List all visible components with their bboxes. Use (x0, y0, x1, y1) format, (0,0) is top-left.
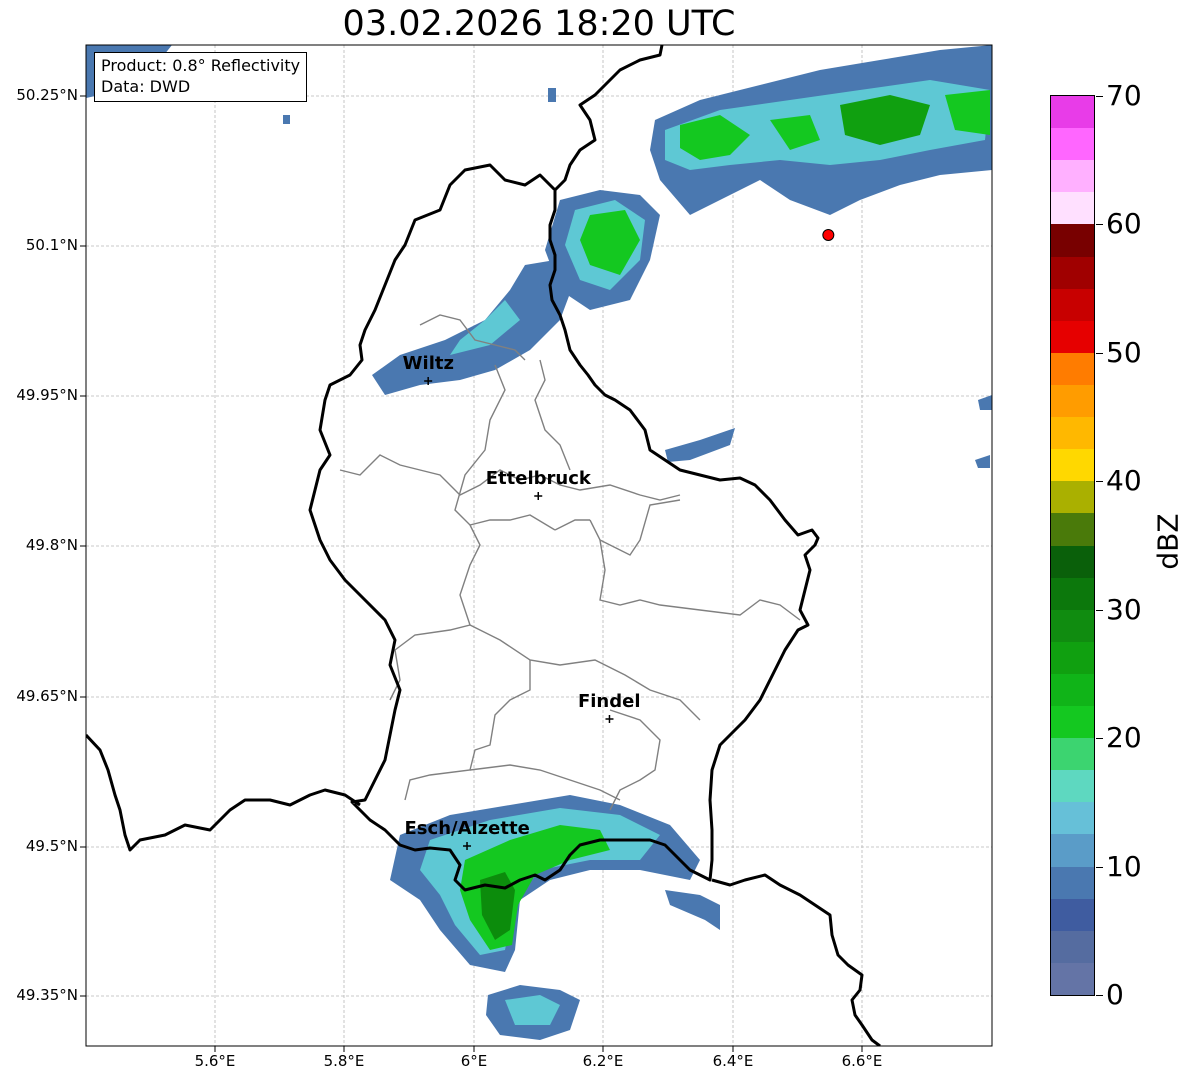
colorbar-segment (1051, 352, 1094, 385)
colorbar-segment (1051, 609, 1094, 642)
lon-tick-label: 6.6°E (841, 1052, 883, 1070)
colorbar-tick-label: 40 (1106, 464, 1142, 498)
border-germany-north (553, 45, 664, 192)
city-label: Esch/Alzette (404, 818, 530, 839)
colorbar-tick-mark (1096, 609, 1103, 611)
colorbar-tick-label: 10 (1106, 849, 1142, 883)
info-box: Product: 0.8° Reflectivity Data: DWD (94, 52, 308, 102)
colorbar-segment (1051, 898, 1094, 931)
echo-small-2 (975, 455, 990, 468)
radar-map (80, 44, 993, 1052)
colorbar-segment (1051, 127, 1094, 161)
colorbar-tick-mark (1096, 352, 1103, 354)
lat-tick-label: 49.95°N (16, 386, 78, 404)
city-label: Ettelbruck (485, 468, 591, 489)
echo-south-east-tail (665, 890, 720, 930)
echo-small-3 (978, 395, 992, 410)
lon-tick-label: 5.6°E (194, 1052, 236, 1070)
colorbar-tick-mark (1096, 224, 1103, 226)
colorbar-segment (1051, 95, 1094, 129)
lat-tick-label: 49.5°N (25, 837, 78, 855)
radar-echoes (86, 45, 992, 1040)
colorbar-tick-label: 30 (1106, 592, 1142, 626)
colorbar-segment (1051, 448, 1094, 482)
colorbar-segment (1051, 480, 1094, 514)
city-marker (534, 492, 543, 500)
border-france-belgium (86, 733, 361, 852)
colorbar-segment (1051, 930, 1094, 963)
lon-tick-label: 5.8°E (323, 1052, 365, 1070)
colorbar-segment (1051, 769, 1094, 803)
city-label: Wiltz (402, 353, 454, 374)
lon-tick-label: 6.4°E (712, 1052, 754, 1070)
border-germany-east (711, 873, 881, 1046)
colorbar-segment (1051, 320, 1094, 353)
colorbar-segment (1051, 641, 1094, 674)
data-source-label: Data: DWD (101, 77, 191, 96)
echo-small-1 (665, 428, 735, 462)
colorbar-segment (1051, 288, 1094, 321)
colorbar-segment (1051, 545, 1094, 578)
colorbar-segment (1051, 223, 1094, 257)
colorbar-segment (1051, 512, 1094, 546)
colorbar-tick-label: 70 (1106, 79, 1142, 112)
colorbar-tick-mark (1096, 738, 1103, 740)
colorbar-tick-label: 50 (1106, 335, 1142, 369)
colorbar-segment (1051, 159, 1094, 193)
lat-tick-label: 50.1°N (25, 236, 78, 254)
lat-tick-label: 49.65°N (16, 687, 78, 705)
colorbar-segment (1051, 384, 1094, 418)
colorbar-segment (1051, 866, 1094, 899)
colorbar-tick-mark (1096, 995, 1103, 996)
lat-tick-label: 49.8°N (25, 536, 78, 554)
echo-small-5 (548, 88, 556, 102)
colorbar-tick-label: 60 (1106, 207, 1142, 241)
colorbar-tick-label: 0 (1106, 978, 1124, 1011)
colorbar-segment (1051, 833, 1094, 867)
echo-wiltz-band (372, 260, 575, 395)
colorbar-segment (1051, 801, 1094, 835)
city-marker (605, 715, 614, 723)
colorbar-segment (1051, 705, 1094, 739)
city-markers (424, 377, 614, 850)
lon-tick-label: 6.2°E (582, 1052, 624, 1070)
colorbar (1050, 95, 1095, 996)
product-label: Product: 0.8° Reflectivity (101, 56, 301, 75)
colorbar-label: dBZ (1151, 513, 1184, 570)
colorbar-segment (1051, 737, 1094, 771)
colorbar-tick-mark (1096, 96, 1103, 97)
colorbar-segment (1051, 191, 1094, 225)
lat-tick-label: 49.35°N (16, 986, 78, 1004)
colorbar-segment (1051, 256, 1094, 289)
colorbar-segment (1051, 962, 1094, 995)
city-label: Findel (577, 691, 641, 712)
lat-tick-label: 50.25°N (16, 86, 78, 104)
radar-site-marker (822, 229, 835, 241)
echo-small-4 (283, 115, 290, 124)
colorbar-segment (1051, 673, 1094, 707)
colorbar-tick-mark (1096, 866, 1103, 868)
colorbar-tick-mark (1096, 481, 1103, 483)
colorbar-segment (1051, 577, 1094, 610)
colorbar-segment (1051, 416, 1094, 450)
colorbar-tick-label: 20 (1106, 721, 1142, 755)
lon-tick-label: 6°E (460, 1052, 488, 1070)
